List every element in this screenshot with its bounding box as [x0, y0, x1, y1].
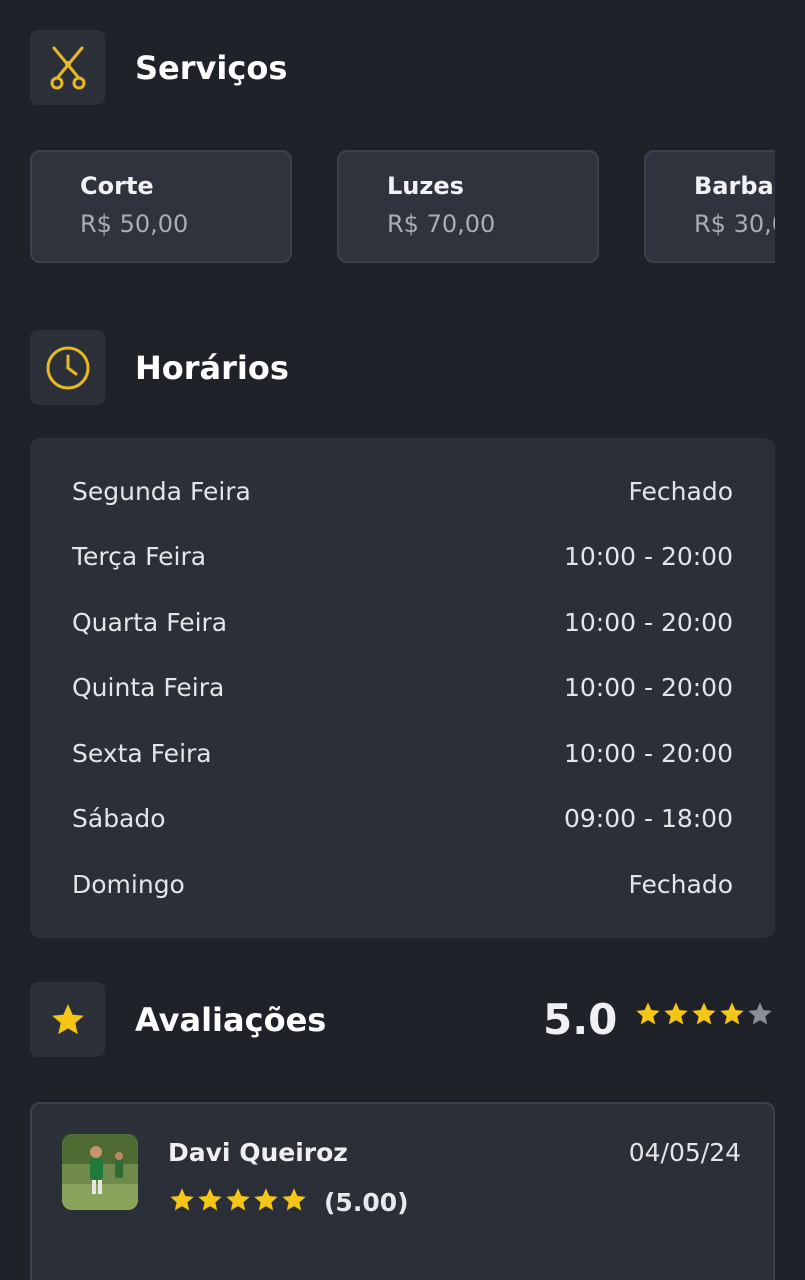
day-label: Sexta Feira	[72, 738, 212, 768]
hours-value: 10:00 - 20:00	[563, 607, 733, 637]
day-label: Domingo	[72, 869, 185, 899]
hours-row: Sábado 09:00 - 18:00	[72, 798, 733, 838]
hours-card: Segunda Feira Fechado Terça Feira 10:00 …	[30, 438, 775, 938]
review-date: 04/05/24	[628, 1138, 741, 1167]
day-label: Quarta Feira	[72, 607, 228, 637]
hours-header: Horários	[30, 330, 289, 405]
star-empty-icon	[746, 1000, 774, 1032]
star-filled-icon	[718, 1000, 746, 1032]
star-icon	[30, 982, 105, 1057]
star-filled-icon	[634, 1000, 662, 1032]
reviews-title: Avaliações	[135, 1000, 327, 1039]
star-filled-icon	[662, 1000, 690, 1032]
service-name: Corte	[80, 172, 154, 200]
service-card[interactable]: Barba R$ 30,00	[644, 150, 775, 263]
service-price: R$ 50,00	[80, 210, 189, 238]
star-filled-icon	[280, 1186, 308, 1218]
hours-value: Fechado	[628, 869, 733, 899]
star-filled-icon	[224, 1186, 252, 1218]
hours-row: Quinta Feira 10:00 - 20:00	[72, 667, 733, 707]
hours-row: Segunda Feira Fechado	[72, 471, 733, 511]
hours-row: Quarta Feira 10:00 - 20:00	[72, 602, 733, 642]
services-title: Serviços	[135, 48, 288, 87]
day-label: Segunda Feira	[72, 476, 251, 506]
hours-value: 10:00 - 20:00	[563, 672, 733, 702]
average-rating-stars	[634, 1000, 774, 1032]
services-carousel[interactable]: Corte R$ 50,00 Luzes R$ 70,00 Barba R$ 3…	[30, 150, 775, 264]
review-stars	[168, 1186, 308, 1218]
reviewer-name: Davi Queiroz	[168, 1138, 348, 1167]
hours-value: Fechado	[628, 476, 733, 506]
hours-row: Terça Feira 10:00 - 20:00	[72, 536, 733, 576]
scissors-icon	[30, 30, 105, 105]
day-label: Sábado	[72, 803, 166, 833]
service-price: R$ 30,00	[694, 210, 775, 238]
clock-icon	[30, 330, 105, 405]
service-name: Barba	[694, 172, 774, 200]
service-name: Luzes	[387, 172, 464, 200]
review-score: (5.00)	[324, 1187, 409, 1217]
review-card[interactable]: Davi Queiroz 04/05/24 (5.00)	[30, 1102, 775, 1280]
service-card[interactable]: Luzes R$ 70,00	[337, 150, 599, 263]
service-card[interactable]: Corte R$ 50,00	[30, 150, 292, 263]
day-label: Quinta Feira	[72, 672, 225, 702]
average-rating: 5.0	[543, 995, 618, 1044]
hours-title: Horários	[135, 348, 289, 387]
star-filled-icon	[252, 1186, 280, 1218]
review-rating: (5.00)	[168, 1186, 409, 1218]
star-filled-icon	[168, 1186, 196, 1218]
day-label: Terça Feira	[72, 541, 207, 571]
service-price: R$ 70,00	[387, 210, 496, 238]
hours-row: Sexta Feira 10:00 - 20:00	[72, 733, 733, 773]
services-header: Serviços	[30, 30, 287, 105]
hours-value: 09:00 - 18:00	[563, 803, 733, 833]
hours-value: 10:00 - 20:00	[563, 541, 733, 571]
hours-row: Domingo Fechado	[72, 864, 733, 904]
reviews-header: Avaliações	[30, 982, 326, 1057]
avatar	[62, 1134, 138, 1210]
hours-value: 10:00 - 20:00	[563, 738, 733, 768]
star-filled-icon	[690, 1000, 718, 1032]
star-filled-icon	[196, 1186, 224, 1218]
